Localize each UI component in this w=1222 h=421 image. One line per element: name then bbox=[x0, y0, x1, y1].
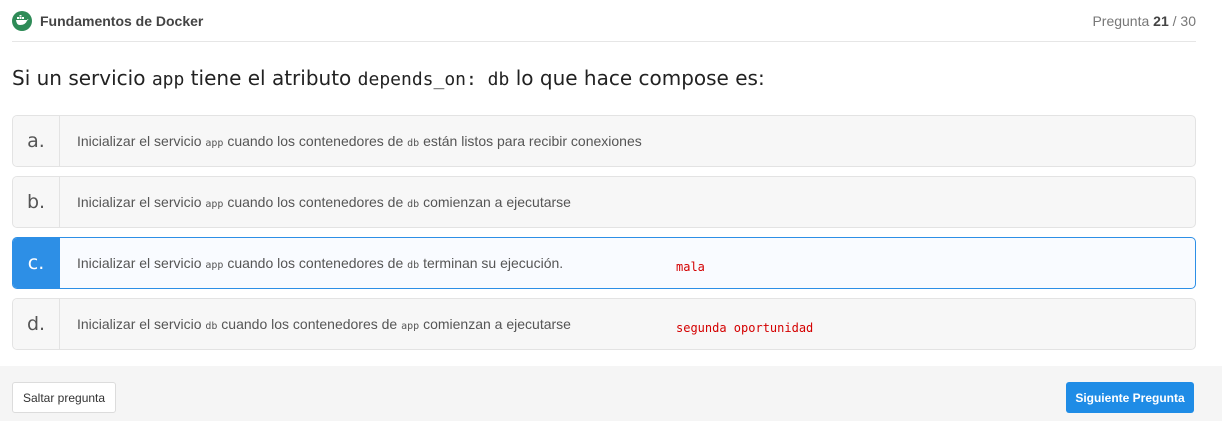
question-part: lo que hace compose es: bbox=[509, 66, 765, 90]
option-letter: b. bbox=[13, 177, 60, 227]
current-question-number: 21 bbox=[1153, 12, 1169, 29]
question-counter: Pregunta 21 / 30 bbox=[1092, 13, 1196, 29]
annotation-note: segunda oportunidad bbox=[676, 321, 814, 335]
option-text: Inicializar el servicio app cuando los c… bbox=[77, 255, 564, 271]
option-c[interactable]: c. Inicializar el servicio app cuando lo… bbox=[12, 237, 1196, 289]
docker-logo-icon bbox=[12, 10, 32, 31]
question-code: depends_on: db bbox=[357, 69, 510, 90]
option-text: Inicializar el servicio app cuando los c… bbox=[77, 133, 642, 149]
option-letter: a. bbox=[13, 116, 60, 166]
quiz-footer: Saltar pregunta Siguiente Pregunta bbox=[0, 366, 1222, 421]
quiz-header: Fundamentos de Docker Pregunta 21 / 30 bbox=[12, 0, 1196, 42]
annotation-note: mala bbox=[676, 260, 705, 274]
answer-options: a. Inicializar el servicio app cuando lo… bbox=[12, 115, 1196, 359]
option-d[interactable]: d. Inicializar el servicio db cuando los… bbox=[12, 298, 1196, 350]
question-part: Si un servicio bbox=[12, 66, 152, 90]
option-text: Inicializar el servicio db cuando los co… bbox=[77, 316, 571, 332]
question-code: app bbox=[151, 69, 185, 90]
option-text: Inicializar el servicio app cuando los c… bbox=[77, 194, 571, 210]
next-question-button[interactable]: Siguiente Pregunta bbox=[1066, 382, 1194, 413]
counter-prefix: Pregunta bbox=[1092, 12, 1150, 29]
total-questions: / 30 bbox=[1168, 12, 1196, 29]
option-a[interactable]: a. Inicializar el servicio app cuando lo… bbox=[12, 115, 1196, 167]
question-part: tiene el atributo bbox=[184, 66, 358, 90]
option-letter: c. bbox=[13, 238, 60, 288]
option-letter: d. bbox=[13, 299, 60, 349]
course-title: Fundamentos de Docker bbox=[40, 12, 204, 29]
question-text: Si un servicio app tiene el atributo dep… bbox=[12, 66, 1196, 90]
option-b[interactable]: b. Inicializar el servicio app cuando lo… bbox=[12, 176, 1196, 228]
skip-question-button[interactable]: Saltar pregunta bbox=[12, 382, 117, 413]
brand: Fundamentos de Docker bbox=[12, 10, 204, 31]
